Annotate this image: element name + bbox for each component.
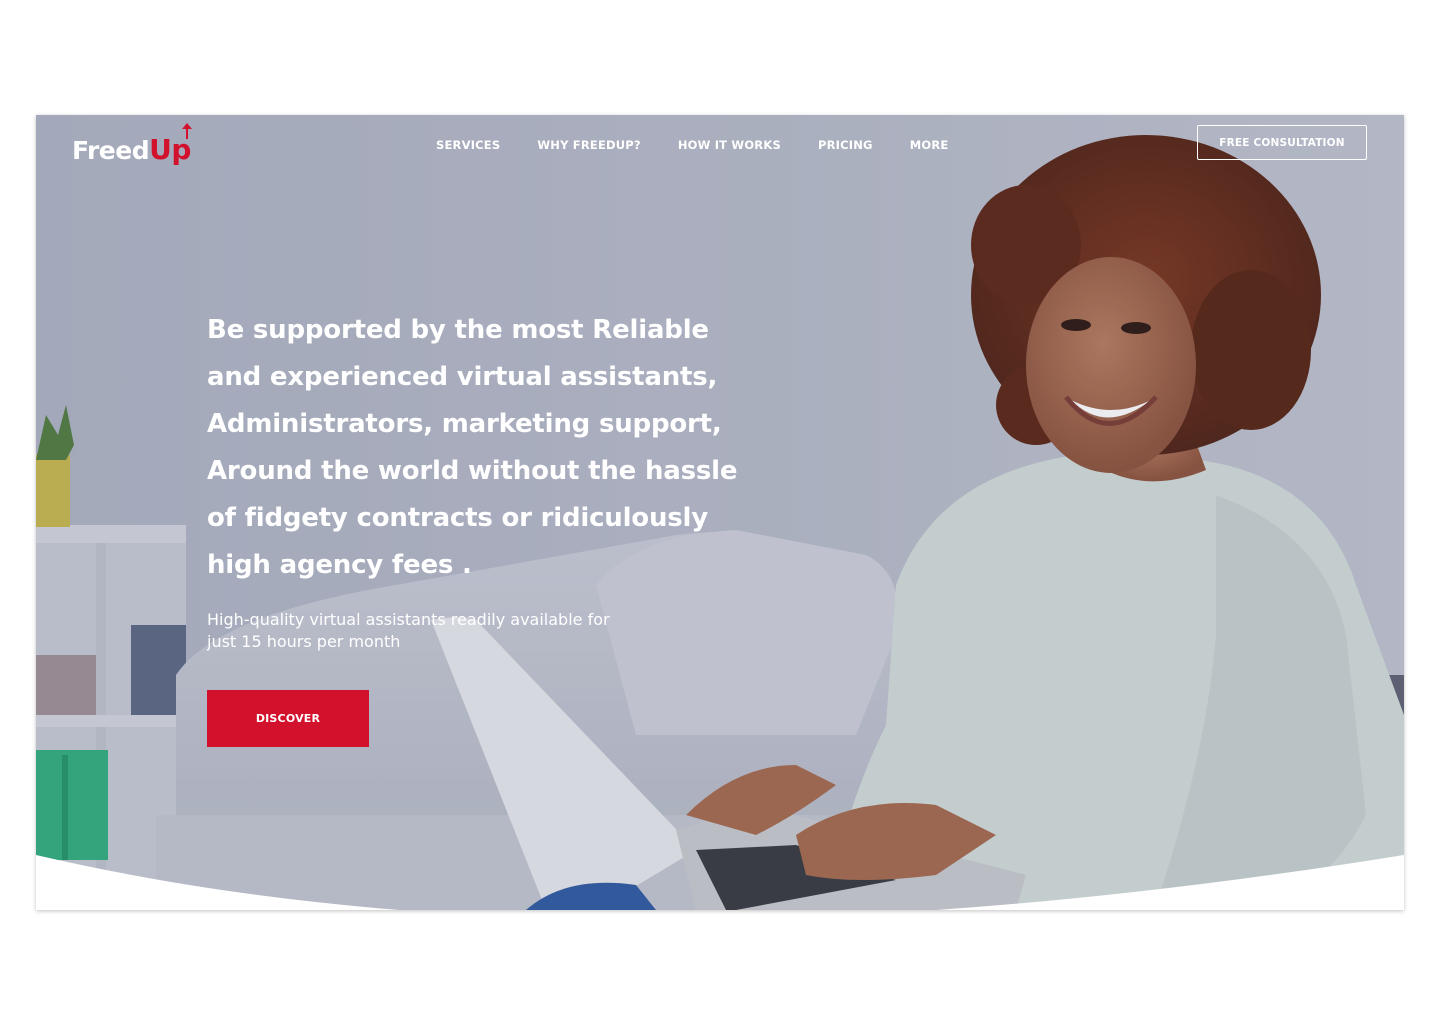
logo-text-main: Freed (72, 136, 150, 165)
headline-line: of fidgety contracts or ridiculously (207, 503, 709, 533)
headline-line: Be supported by the most Reliable (207, 315, 709, 345)
subheading-line: just 15 hours per month (207, 632, 401, 651)
subheading-line: High-quality virtual assistants readily … (207, 610, 610, 629)
nav-item-why-freedup[interactable]: WHY FREEDUP? (537, 138, 640, 152)
nav-item-pricing[interactable]: PRICING (818, 138, 873, 152)
hero-subheading: High-quality virtual assistants readily … (207, 609, 707, 653)
headline-line: high agency fees . (207, 550, 472, 580)
freedup-logo[interactable]: FreedUp (72, 123, 192, 166)
headline-line: Administrators, marketing support, (207, 409, 722, 439)
nav-item-more[interactable]: MORE (910, 138, 949, 152)
hero-headline: Be supported by the most Reliable and ex… (207, 307, 767, 589)
up-arrow-icon (181, 123, 192, 139)
headline-line: and experienced virtual assistants, (207, 362, 718, 392)
main-navigation: SERVICES WHY FREEDUP? HOW IT WORKS PRICI… (436, 138, 985, 152)
landing-page-frame: FreedUp SERVICES WHY FREEDUP? HOW IT WOR… (36, 115, 1404, 910)
discover-button[interactable]: DISCOVER (207, 690, 369, 747)
free-consultation-button[interactable]: FREE CONSULTATION (1197, 125, 1367, 160)
headline-line: Around the world without the hassle (207, 456, 738, 486)
nav-item-how-it-works[interactable]: HOW IT WORKS (678, 138, 781, 152)
logo-text-accent: Up (149, 133, 191, 166)
nav-item-services[interactable]: SERVICES (436, 138, 500, 152)
